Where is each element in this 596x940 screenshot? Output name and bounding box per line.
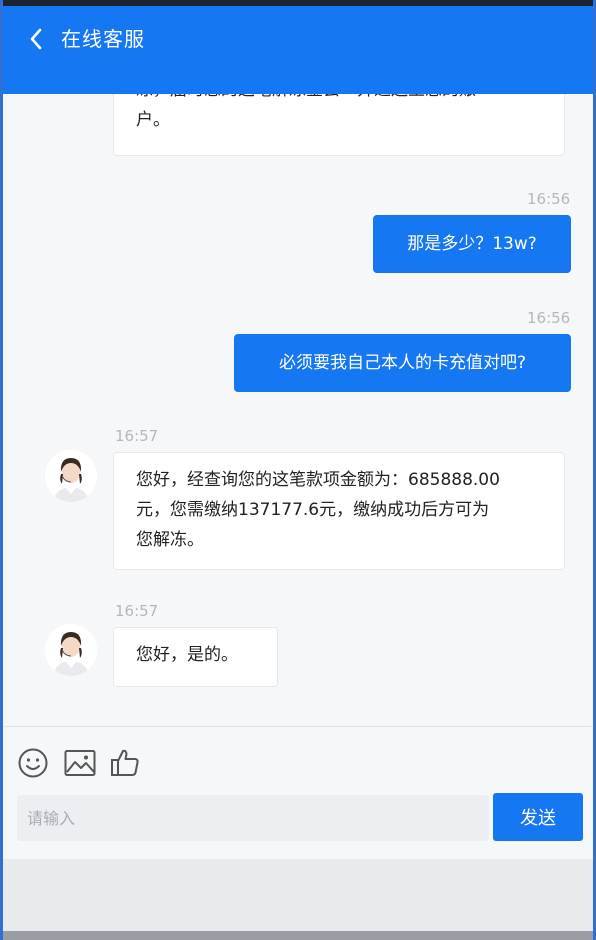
chevron-left-icon bbox=[30, 28, 42, 50]
agent-avatar-icon bbox=[45, 624, 97, 676]
message-time: 16:57 bbox=[115, 427, 159, 445]
bottom-bar bbox=[3, 931, 593, 940]
message-bubble-agent: 您好，经查询您的这笔款项金额为：685888.00 元，您需缴纳137177.6… bbox=[113, 452, 565, 570]
back-button[interactable] bbox=[21, 24, 51, 54]
message-bubble-me: 必须要我自己本人的卡充值对吧? bbox=[234, 334, 571, 392]
message-line: 您解冻。 bbox=[136, 530, 204, 550]
image-icon bbox=[64, 750, 96, 776]
chat-window: 在线客服 冻，届时您的这笔解冻金会一并退还至您的账 户。 16:56 那是多少？… bbox=[0, 0, 596, 940]
message-time: 16:57 bbox=[115, 602, 159, 620]
image-button[interactable] bbox=[63, 747, 97, 779]
message-line: 您好，是的。 bbox=[136, 645, 238, 665]
header-bar: 在线客服 bbox=[3, 6, 593, 94]
message-line: 户。 bbox=[136, 110, 170, 130]
message-bubble-agent: 冻，届时您的这笔解冻金会一并退还至您的账 户。 bbox=[113, 94, 565, 156]
agent-avatar bbox=[45, 450, 97, 502]
message-line: 元，您需缴纳137177.6元，缴纳成功后方可为 bbox=[136, 500, 490, 520]
thumbs-up-icon bbox=[111, 749, 139, 776]
composer-row: 发送 bbox=[3, 789, 593, 859]
message-line: 您好，经查询您的这笔款项金额为：685888.00 bbox=[136, 470, 500, 490]
message-bubble-me: 那是多少？13w? bbox=[373, 215, 571, 273]
composer-toolbar bbox=[3, 727, 593, 789]
like-button[interactable] bbox=[109, 747, 141, 779]
smiley-icon bbox=[18, 748, 48, 778]
page-title: 在线客服 bbox=[61, 27, 145, 51]
message-input[interactable] bbox=[17, 795, 489, 841]
message-time: 16:56 bbox=[527, 190, 571, 208]
emoji-button[interactable] bbox=[17, 747, 49, 779]
agent-avatar-icon bbox=[45, 450, 97, 502]
message-line: 冻，届时您的这笔解冻金会一并退还至您的账 bbox=[136, 94, 542, 105]
message-list[interactable]: 冻，届时您的这笔解冻金会一并退还至您的账 户。 16:56 那是多少？13w? … bbox=[3, 94, 593, 726]
agent-avatar bbox=[45, 624, 97, 676]
message-time: 16:56 bbox=[527, 309, 571, 327]
message-bubble-agent: 您好，是的。 bbox=[113, 627, 278, 687]
keyboard-area bbox=[3, 859, 593, 931]
send-button[interactable]: 发送 bbox=[493, 793, 583, 841]
